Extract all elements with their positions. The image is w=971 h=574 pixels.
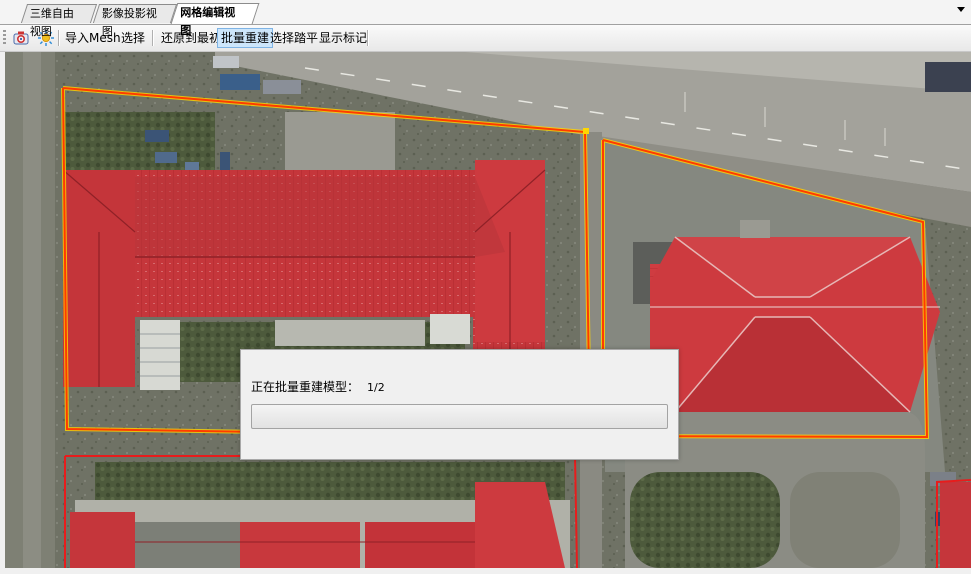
mesh-viewport[interactable] (5, 52, 971, 568)
aerial-scene (5, 52, 971, 568)
progress-message: 正在批量重建模型： 1/2 (251, 378, 385, 395)
tab-label: 影像投影视图 (101, 7, 157, 38)
tab-label: 三维自由视图 (29, 7, 74, 38)
progress-count: 1/2 (367, 381, 385, 394)
select-flatten-button[interactable]: 选择踏平 (267, 28, 321, 48)
camera-icon[interactable] (11, 28, 31, 48)
status-strip (0, 568, 971, 574)
tab-dropdown-icon[interactable] (957, 7, 965, 12)
tab-3d-free-view[interactable]: 三维自由视图 (20, 4, 98, 38)
tab-mesh-edit-view[interactable]: 网格编辑视图 (170, 3, 260, 37)
tab-image-projection-view[interactable]: 影像投影视图 (92, 4, 178, 38)
batch-rebuild-progress-dialog: 正在批量重建模型： 1/2 (240, 349, 679, 460)
tab-label: 网格编辑视图 (180, 6, 236, 37)
toolbar-separator (367, 30, 369, 46)
show-marks-button[interactable]: 显示标记 (316, 28, 370, 48)
progress-bar (251, 404, 668, 429)
right-building-roof (633, 220, 940, 413)
view-tab-bar: 三维自由视图 影像投影视图 网格编辑视图 (0, 0, 971, 38)
toolbar-grip[interactable] (3, 30, 6, 46)
progress-label: 正在批量重建模型： (251, 380, 360, 394)
